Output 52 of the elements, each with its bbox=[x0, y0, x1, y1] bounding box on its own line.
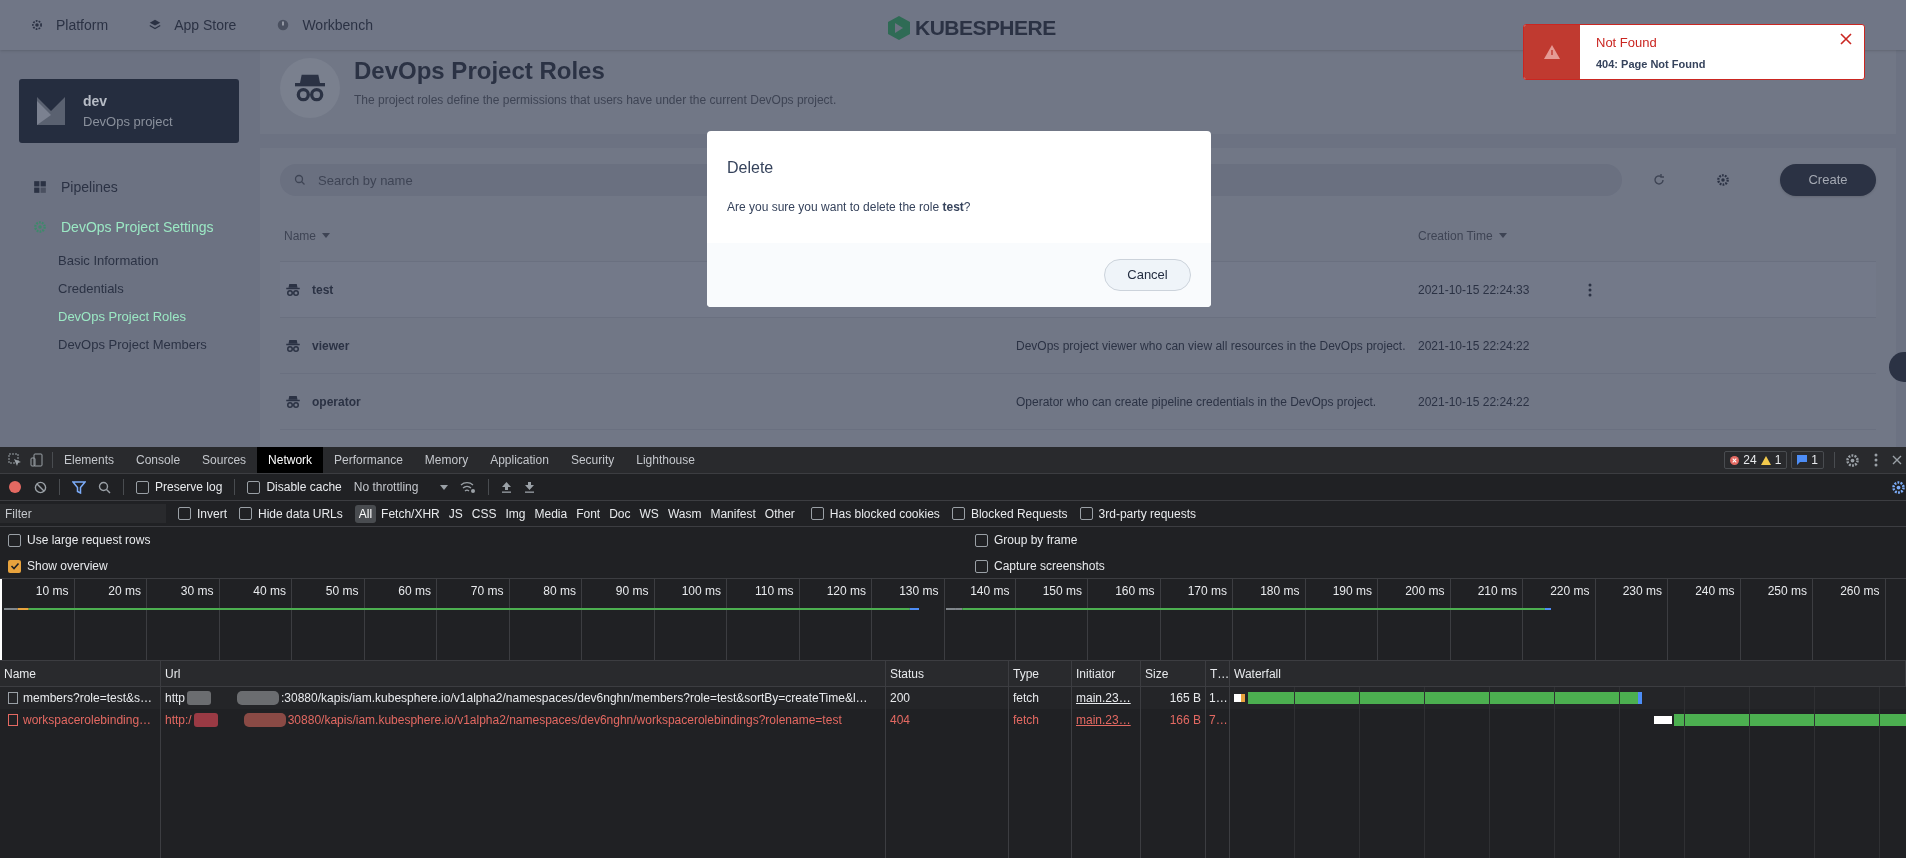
time-tick: 150 ms bbox=[1015, 579, 1088, 604]
time-tick: 60 ms bbox=[364, 579, 437, 604]
time-tick: 20 ms bbox=[74, 579, 147, 604]
time-tick: 100 ms bbox=[654, 579, 727, 604]
toast-title: Not Found bbox=[1596, 34, 1658, 52]
time-tick: 120 ms bbox=[799, 579, 872, 604]
error-count: 24 bbox=[1743, 452, 1757, 469]
time-tick: 240 ms bbox=[1668, 579, 1741, 604]
dialog-message: Are you sure you want to delete the role test? bbox=[727, 199, 972, 216]
role-description: DevOps project viewer who can view all resources in the DevOps project. bbox=[1016, 337, 1407, 355]
time-tick: 210 ms bbox=[1450, 579, 1523, 604]
dialog-title: Delete bbox=[727, 158, 775, 178]
time-tick: 30 ms bbox=[147, 579, 220, 604]
message-count: 1 bbox=[1811, 452, 1818, 469]
page-title: DevOps Project Roles bbox=[354, 56, 606, 86]
time-tick: 40 ms bbox=[219, 579, 292, 604]
time-tick: 250 ms bbox=[1740, 579, 1813, 604]
toast-message: 404: Page Not Found bbox=[1596, 56, 1707, 72]
time-tick: 260 ms bbox=[1813, 579, 1886, 604]
time-tick: 170 ms bbox=[1160, 579, 1233, 604]
logo-text: KUBESPHERE bbox=[915, 15, 1056, 41]
role-description: Operator who can create pipeline credentials in the DevOps project. bbox=[1016, 393, 1378, 411]
status-cell: 404 bbox=[886, 709, 1009, 731]
time-tick: 160 ms bbox=[1088, 579, 1161, 604]
project-type: DevOps project bbox=[83, 112, 173, 131]
type-cell: fetch bbox=[1009, 709, 1072, 731]
time-tick: 220 ms bbox=[1523, 579, 1596, 604]
request-name: members?role=test&s… bbox=[23, 690, 153, 707]
time-tick: 50 ms bbox=[292, 579, 365, 604]
request-url: http bbox=[165, 690, 185, 707]
size-cell: 166 B bbox=[1141, 709, 1206, 731]
warning-count: 1 bbox=[1774, 452, 1782, 469]
time-tick: 80 ms bbox=[509, 579, 582, 604]
request-name: workspacerolebinding… bbox=[23, 712, 152, 729]
creation-time: 2021-10-15 22:24:22 bbox=[1418, 393, 1531, 411]
time-tick: 90 ms bbox=[582, 579, 655, 604]
time-tick: 180 ms bbox=[1233, 579, 1306, 604]
time-tick: 110 ms bbox=[727, 579, 800, 604]
time-tick: 230 ms bbox=[1595, 579, 1668, 604]
time-tick: 130 ms bbox=[872, 579, 945, 604]
time-cell: 7… bbox=[1206, 709, 1230, 731]
time-tick: 200 ms bbox=[1378, 579, 1451, 604]
creation-time: 2021-10-15 22:24:22 bbox=[1418, 337, 1531, 355]
time-tick: 140 ms bbox=[943, 579, 1016, 604]
request-url: http:/ bbox=[165, 712, 192, 729]
creation-time: 2021-10-15 22:24:33 bbox=[1418, 281, 1531, 299]
time-tick: 10 ms bbox=[2, 579, 75, 604]
request-url: 30880/kapis/iam.kubesphere.io/v1alpha2/namespaces/dev6nghn/workspacerolebindings?rolename=test bbox=[287, 712, 842, 729]
time-tick: 190 ms bbox=[1305, 579, 1378, 604]
project-name: dev bbox=[83, 91, 109, 111]
time-tick: 70 ms bbox=[437, 579, 510, 604]
request-url: :30880/kapis/iam.kubesphere.io/v1alpha2/namespaces/dev6nghn/members?role=test&sortBy=createTime&l… bbox=[281, 690, 868, 707]
